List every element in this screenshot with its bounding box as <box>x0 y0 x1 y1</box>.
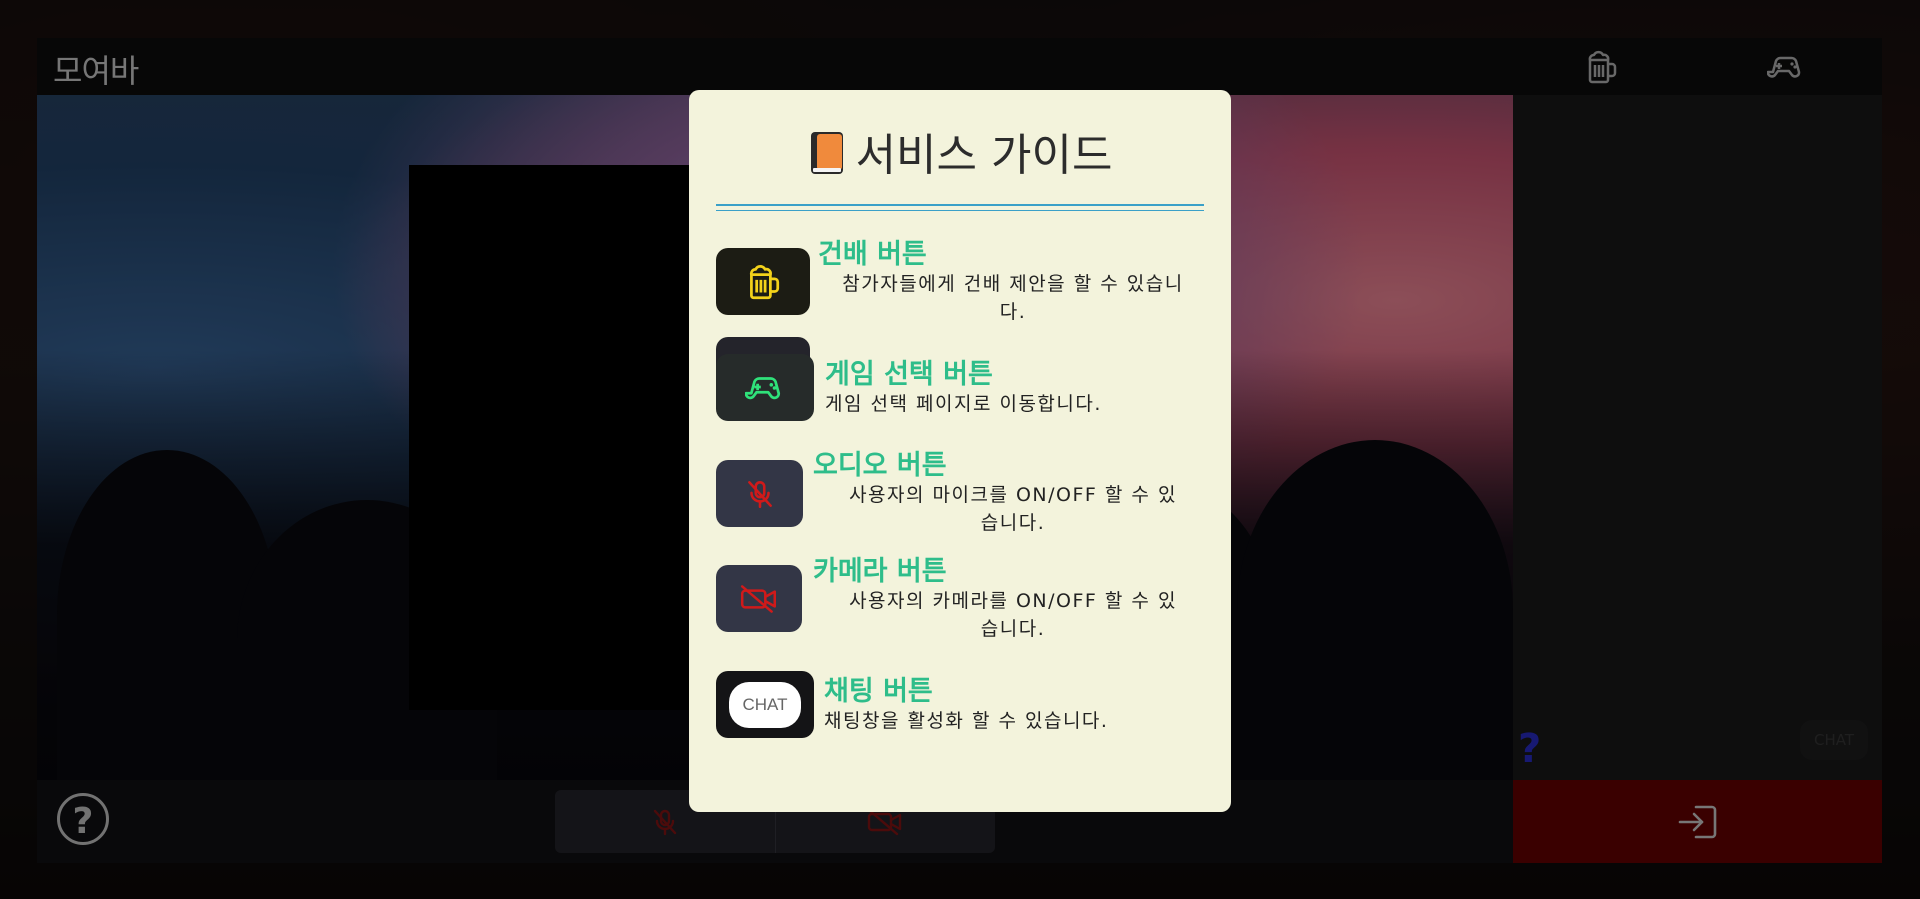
book-icon <box>808 130 846 190</box>
beer-mug-icon <box>716 248 810 315</box>
guide-title-game: 게임 선택 버튼 <box>825 359 993 390</box>
guide-desc-line: 다. <box>999 301 1027 323</box>
guide-desc-chat: 채팅창을 활성화 할 수 있습니다. <box>824 710 1109 732</box>
service-guide-modal: 서비스 가이드 건배 버튼 참가자들에게 건배 제안을 할 수 있습니 다. 게… <box>689 90 1231 812</box>
guide-desc-cheers: 참가자들에게 건배 제안을 할 수 있습니 다. <box>823 270 1203 326</box>
guide-desc-audio: 사용자의 마이크를 ON/OFF 할 수 있 습니다. <box>823 481 1203 537</box>
guide-desc-line: 습니다. <box>980 512 1046 534</box>
gamepad-icon <box>716 354 814 421</box>
guide-desc-line: 사용자의 카메라를 ON/OFF 할 수 있 <box>849 590 1177 612</box>
chat-badge: CHAT <box>729 681 801 728</box>
guide-desc-line: 습니다. <box>980 618 1046 640</box>
modal-title: 서비스 가이드 <box>716 128 1204 190</box>
guide-desc-line: 참가자들에게 건배 제안을 할 수 있습니 <box>842 273 1184 295</box>
title-divider <box>716 204 1204 211</box>
guide-title-audio: 오디오 버튼 <box>813 450 947 481</box>
guide-title-cheers: 건배 버튼 <box>818 239 927 270</box>
guide-title-camera: 카메라 버튼 <box>813 556 947 587</box>
guide-desc-line: 사용자의 마이크를 ON/OFF 할 수 있 <box>849 484 1177 506</box>
camera-off-icon <box>716 565 802 632</box>
modal-title-text: 서비스 가이드 <box>855 130 1113 181</box>
mic-off-icon <box>716 460 803 527</box>
guide-desc-camera: 사용자의 카메라를 ON/OFF 할 수 있 습니다. <box>823 587 1203 643</box>
chat-bubble-icon: CHAT <box>716 671 814 738</box>
guide-title-chat: 채팅 버튼 <box>824 676 933 707</box>
guide-desc-game: 게임 선택 페이지로 이동합니다. <box>825 393 1102 415</box>
